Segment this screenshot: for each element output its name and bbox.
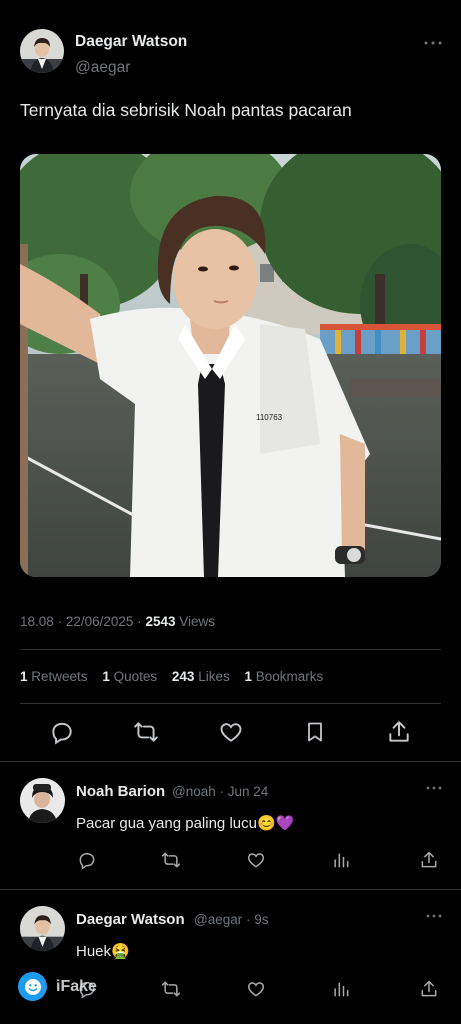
quotes-count: 1: [102, 669, 110, 684]
reply-separator: ·: [246, 912, 251, 927]
reply-time: 9s: [254, 912, 269, 927]
watermark: iFake: [18, 972, 138, 1002]
author-handle[interactable]: @aegar: [75, 59, 130, 77]
meta-separator: ·: [57, 614, 63, 629]
retweet-icon[interactable]: [132, 716, 160, 748]
views-icon[interactable]: [330, 849, 352, 871]
tweet-stats: 1 Retweets 1 Quotes 243 Likes 1 Bookmark…: [20, 669, 334, 684]
author-name[interactable]: Daegar Watson: [75, 33, 187, 51]
reply-text: Huek🤮: [76, 943, 130, 960]
more-icon[interactable]: [425, 910, 443, 925]
retweets-label: Retweets: [31, 669, 88, 684]
tweet-time: 18.08: [20, 614, 54, 629]
heart-icon[interactable]: [217, 716, 245, 748]
views-icon[interactable]: [330, 978, 352, 1000]
quotes-stat[interactable]: 1 Quotes: [102, 669, 157, 684]
likes-count: 243: [171, 669, 195, 684]
views-count: 2543: [145, 614, 176, 629]
quotes-label: Quotes: [113, 669, 158, 684]
reply-handle-text: @noah: [172, 784, 216, 799]
heart-icon[interactable]: [245, 978, 267, 1000]
more-icon[interactable]: [425, 782, 443, 797]
author-avatar[interactable]: [20, 29, 64, 73]
bookmarks-count: 1: [244, 669, 252, 684]
reply-author-handle: @aegar · 9s: [194, 912, 269, 927]
reply-avatar[interactable]: [20, 778, 65, 823]
retweets-count: 1: [20, 669, 28, 684]
divider: [20, 649, 441, 650]
reply-author-name[interactable]: Noah Barion: [76, 783, 165, 800]
tweet-header: Daegar Watson @aegar: [0, 0, 461, 90]
heart-icon[interactable]: [245, 849, 267, 871]
tweet-photo[interactable]: 110763: [20, 154, 441, 577]
watermark-text: iFake: [56, 978, 97, 995]
bookmarks-label: Bookmarks: [255, 669, 324, 684]
tweet-date: 22/06/2025: [65, 614, 134, 629]
reply-separator: ·: [219, 784, 225, 799]
reply-time: Jun 24: [227, 784, 269, 799]
tweet-action-bar: [0, 716, 461, 752]
views-label: Views: [179, 614, 216, 629]
share-icon[interactable]: [418, 849, 440, 871]
bookmark-icon[interactable]: [301, 716, 329, 748]
share-icon[interactable]: [418, 978, 440, 1000]
divider: [20, 703, 441, 704]
reply-author-name[interactable]: Daegar Watson: [76, 911, 185, 928]
more-icon[interactable]: [423, 36, 443, 50]
reply-icon[interactable]: [76, 849, 98, 871]
watermark-logo-icon: [18, 972, 47, 1001]
retweet-icon[interactable]: [160, 978, 182, 1000]
tweet-meta: 18.08 · 22/06/2025 · 2543 Views: [20, 614, 215, 629]
retweet-icon[interactable]: [160, 849, 182, 871]
reply-item[interactable]: Noah Barion @noah · Jun 24 Pacar gua yan…: [0, 762, 461, 889]
reply-text: Pacar gua yang paling lucu😊💜: [76, 815, 295, 832]
reply-action-bar: [0, 849, 461, 873]
retweets-stat[interactable]: 1 Retweets: [20, 669, 88, 684]
bookmarks-stat[interactable]: 1 Bookmarks: [244, 669, 323, 684]
meta-separator: ·: [137, 614, 142, 629]
reply-item[interactable]: Daegar Watson @aegar · 9s Huek🤮: [0, 890, 461, 1024]
reply-icon[interactable]: [48, 716, 76, 748]
reply-avatar[interactable]: [20, 906, 65, 951]
tweet-text: Ternyata dia sebrisik Noah pantas pacara…: [20, 100, 352, 120]
shirt-number: 110763: [256, 413, 283, 422]
share-icon[interactable]: [385, 716, 413, 748]
reply-handle-text: @aegar: [194, 912, 243, 927]
likes-label: Likes: [198, 669, 230, 684]
reply-author-handle: @noah · Jun 24: [172, 784, 268, 799]
likes-stat[interactable]: 243 Likes: [172, 669, 230, 684]
